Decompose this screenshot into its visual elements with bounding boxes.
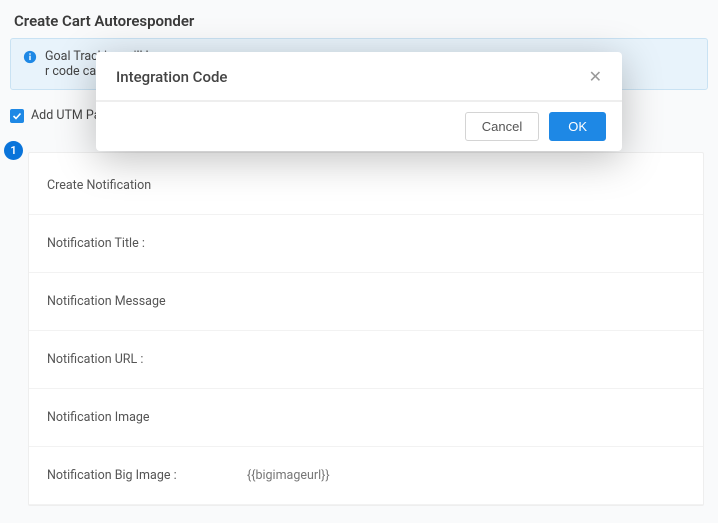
integration-code-modal: Integration Code ✕ Javascript API REST A…	[96, 52, 622, 151]
modal-footer: Cancel OK	[96, 101, 622, 151]
modal-header: Integration Code ✕	[96, 52, 622, 100]
modal-backdrop: Integration Code ✕ Javascript API REST A…	[0, 0, 718, 523]
modal-title: Integration Code	[116, 68, 227, 86]
cancel-button[interactable]: Cancel	[465, 112, 539, 141]
modal-body: Javascript API REST API Add to Cart Even…	[96, 100, 622, 101]
close-icon[interactable]: ✕	[589, 69, 602, 85]
ok-button[interactable]: OK	[549, 112, 606, 141]
